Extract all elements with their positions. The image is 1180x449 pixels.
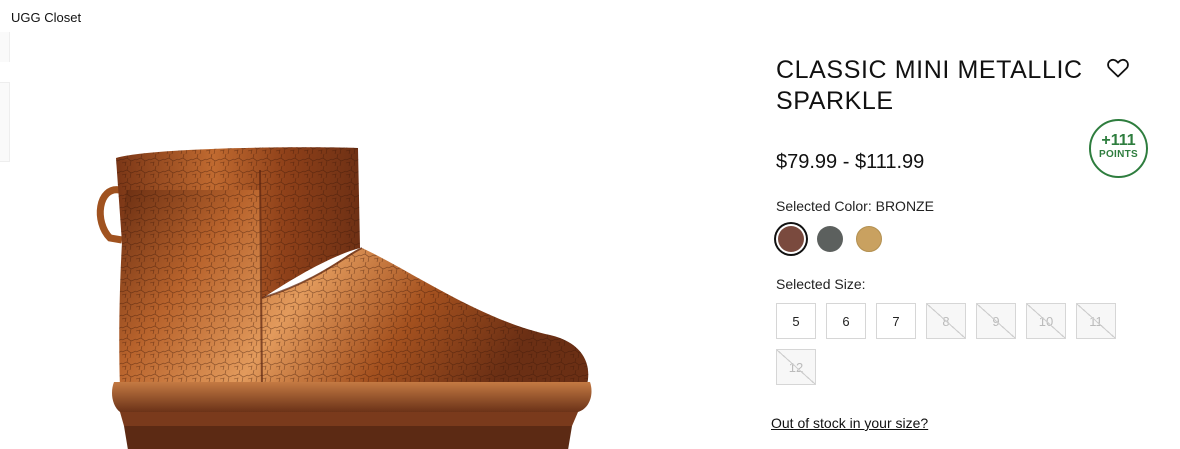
brand-label[interactable]: UGG Closet xyxy=(11,10,81,25)
product-info-panel: CLASSIC MINI METALLIC SPARKLE +111 POINT… xyxy=(771,0,1156,449)
color-swatch-grey[interactable] xyxy=(817,226,843,252)
selected-color-label: Selected Color: BRONZE xyxy=(776,198,934,214)
points-value: +111 xyxy=(1101,132,1136,149)
thumbnail-strip xyxy=(0,30,12,449)
wishlist-heart-icon[interactable] xyxy=(1106,56,1130,80)
size-option[interactable]: 6 xyxy=(826,303,866,339)
size-option[interactable]: 5 xyxy=(776,303,816,339)
color-swatch-bronze[interactable] xyxy=(778,226,804,252)
price-range: $79.99 - $111.99 xyxy=(776,151,925,173)
points-label: POINTS xyxy=(1098,149,1139,160)
size-option[interactable]: 8 xyxy=(926,303,966,339)
color-swatches xyxy=(776,226,882,252)
color-swatch-gold[interactable] xyxy=(856,226,882,252)
points-badge: +111 POINTS xyxy=(1089,119,1148,178)
product-image xyxy=(80,130,620,449)
size-options: 5 6 7 8 9 10 11 12 xyxy=(776,303,1136,385)
size-option[interactable]: 9 xyxy=(976,303,1016,339)
out-of-stock-link[interactable]: Out of stock in your size? xyxy=(771,415,928,431)
size-option[interactable]: 7 xyxy=(876,303,916,339)
thumbnail[interactable] xyxy=(0,82,10,162)
size-option[interactable]: 10 xyxy=(1026,303,1066,339)
thumbnail[interactable] xyxy=(0,32,10,62)
size-option[interactable]: 11 xyxy=(1076,303,1116,339)
selected-size-label: Selected Size: xyxy=(776,276,866,292)
product-title: CLASSIC MINI METALLIC SPARKLE xyxy=(776,56,1083,115)
size-option[interactable]: 12 xyxy=(776,349,816,385)
